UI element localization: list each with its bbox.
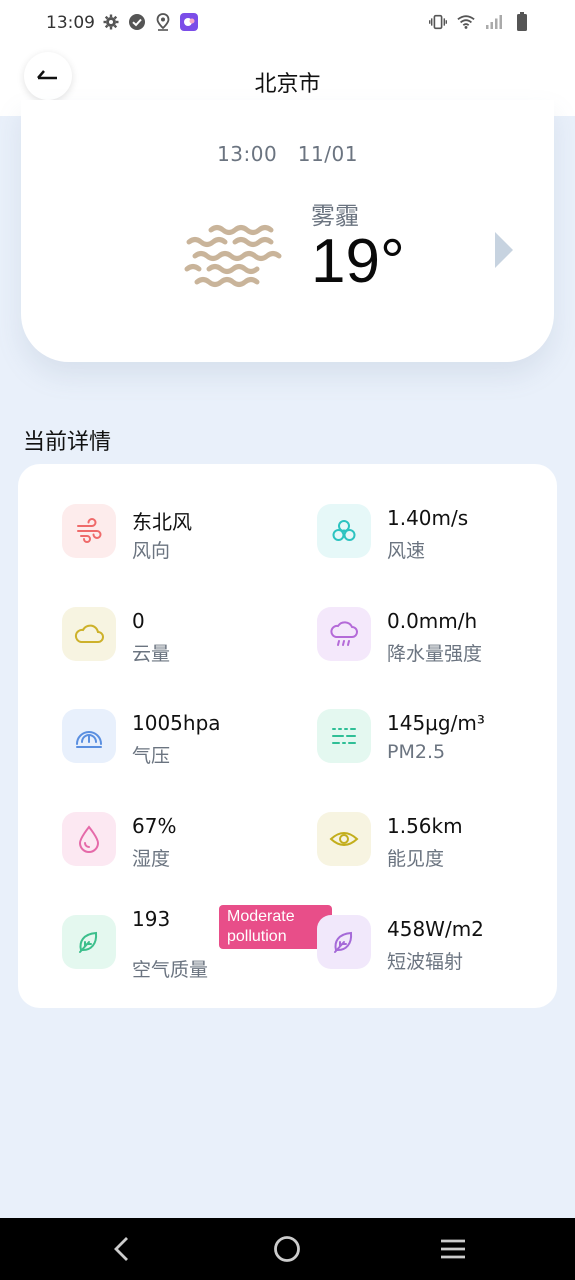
wind-direction-label: 风向 [132,540,171,562]
wind-speed-label: 风速 [387,540,426,562]
detail-humidity: 67% 湿度 [62,812,312,876]
status-icons-left [102,13,198,31]
pm25-label: PM2.5 [387,741,446,763]
humidity-value: 67% [132,814,177,838]
system-nav-bar [0,1218,575,1280]
observation-time: 13:00 11/01 [21,142,554,166]
battery-icon [513,12,531,31]
page-title: 北京市 [254,72,321,97]
check-circle-icon [128,13,146,31]
air-quality-value: 193 [132,907,171,931]
fan-icon [317,504,371,558]
details-section-title: 当前详情 [23,430,112,455]
nav-recents-button[interactable] [438,1234,468,1264]
nav-home-button[interactable] [272,1234,302,1264]
precipitation-value: 0.0mm/h [387,609,478,633]
haze-icon [184,225,282,287]
visibility-value: 1.56km [387,814,463,838]
shortwave-radiation-value: 458W/m2 [387,917,484,941]
eye-icon [317,812,371,866]
current-weather-card[interactable]: 13:00 11/01 雾霾 19° [21,100,554,362]
chevron-right-icon[interactable] [491,230,515,270]
wifi-icon [457,13,475,31]
card-corner-right [554,116,575,146]
haze-lines-icon [317,709,371,763]
status-icons-right [429,12,531,31]
status-time: 13:09 [46,13,95,33]
detail-pm25: 145μg/m³ PM2.5 [317,709,567,773]
cloud-icon [62,607,116,661]
detail-cloud-cover: 0 云量 [62,607,312,671]
temperature: 19° [311,227,405,296]
vibrate-icon [429,13,447,31]
wind-direction-value: 东北风 [132,510,192,534]
detail-precipitation: 0.0mm/h 降水量强度 [317,607,567,671]
cloud-cover-value: 0 [132,609,145,633]
leaf-icon [62,915,116,969]
detail-wind-direction: 东北风 风向 [62,504,312,568]
rain-cloud-icon [317,607,371,661]
signal-icon [485,13,503,31]
shortwave-radiation-label: 短波辐射 [387,951,464,973]
air-quality-badge: Moderate pollution [219,905,332,949]
pm25-value: 145μg/m³ [387,711,485,735]
details-card: 东北风 风向 1.40m/s 风速 0 云量 0.0mm/h 降水量强度 100… [18,464,557,1008]
wind-direction-icon [62,504,116,558]
pressure-value: 1005hpa [132,711,221,735]
location-icon [154,13,172,31]
cloud-cover-label: 云量 [132,643,171,665]
air-quality-label: 空气质量 [132,959,209,981]
pressure-label: 气压 [132,745,171,767]
nav-back-icon [114,1237,128,1261]
humidity-label: 湿度 [132,848,171,870]
settings-icon [102,13,120,31]
observation-date: 11/01 [297,142,358,166]
gauge-icon [62,709,116,763]
status-bar: 13:09 [0,0,575,46]
observation-hour: 13:00 [217,142,278,166]
wind-speed-value: 1.40m/s [387,506,469,530]
radiation-leaf-icon [317,915,371,969]
nav-back-button[interactable] [106,1234,136,1264]
detail-wind-speed: 1.40m/s 风速 [317,504,567,568]
nav-menu-icon [441,1239,465,1259]
card-corner-left [0,116,21,146]
detail-shortwave-radiation: 458W/m2 短波辐射 [317,915,567,979]
droplet-icon [62,812,116,866]
detail-pressure: 1005hpa 气压 [62,709,312,773]
app-notification-icon [180,13,198,31]
detail-visibility: 1.56km 能见度 [317,812,567,876]
visibility-label: 能见度 [387,848,445,870]
detail-air-quality: 193 Moderate pollution 空气质量 [62,905,332,981]
nav-home-icon [274,1236,300,1262]
precipitation-label: 降水量强度 [387,643,483,665]
